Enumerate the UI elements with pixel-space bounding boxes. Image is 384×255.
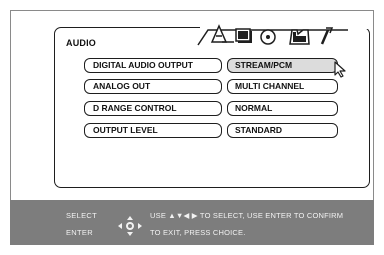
hint-line-2: TO EXIT, PRESS CHOICE. [150,228,246,237]
pointer-cursor-icon [334,61,346,78]
row-label-digital-audio-output[interactable]: DIGITAL AUDIO OUTPUT [84,58,222,73]
disc-icon[interactable] [260,29,276,45]
directional-pad-icon [118,216,142,236]
row-value-d-range-control[interactable]: NORMAL [227,101,338,116]
settings-gear-icon[interactable] [289,29,310,45]
select-label: SELECT [66,211,97,220]
row-label-analog-out[interactable]: ANALOG OUT [84,79,222,94]
row-value-output-level[interactable]: STANDARD [227,123,338,138]
footer-help-bar [10,200,374,245]
speaker-a-icon[interactable] [210,24,234,43]
row-label-d-range-control[interactable]: D RANGE CONTROL [84,101,222,116]
enter-label: ENTER [66,228,93,237]
row-value-digital-audio-output[interactable]: STREAM/PCM [227,58,338,73]
hint-line-1: USE ▲▼◀ ▶ TO SELECT, USE ENTER TO CONFIR… [150,211,344,220]
square-screen-icon[interactable] [235,28,252,43]
row-label-output-level[interactable]: OUTPUT LEVEL [84,123,222,138]
row-value-analog-out[interactable]: MULTI CHANNEL [227,79,338,94]
